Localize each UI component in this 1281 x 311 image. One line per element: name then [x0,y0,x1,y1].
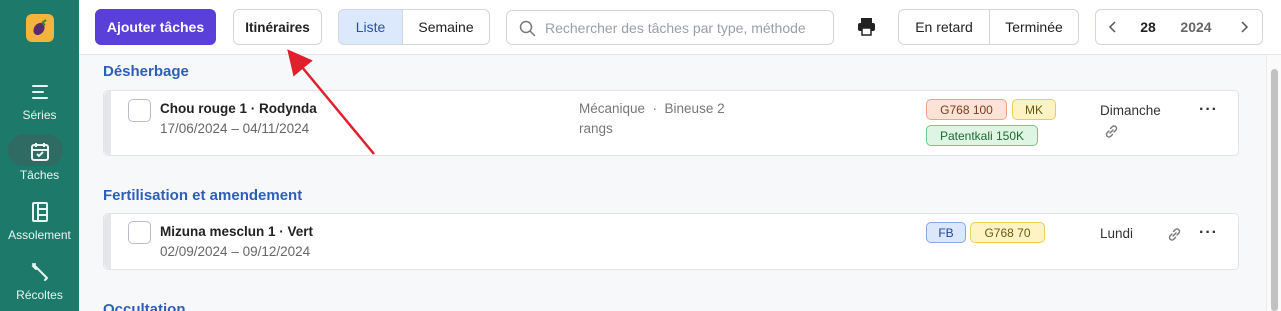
view-toggle: Liste Semaine [338,9,490,45]
week-navigator: 28 2024 [1095,9,1263,45]
calendar-check-icon [30,143,49,161]
harvest-icon [31,263,48,281]
eggplant-icon [33,19,47,36]
task-dates: 02/09/2024 – 09/12/2024 [160,244,311,259]
sidebar-item-series[interactable]: Séries [0,80,79,122]
filter-done-button[interactable]: Terminée [989,10,1078,44]
task-checkbox[interactable] [128,221,151,244]
sidebar-item-label: Séries [22,108,57,122]
status-filter: En retard Terminée [898,9,1079,45]
task-day: Lundi [1100,226,1134,241]
product-tag: MK [1012,99,1056,120]
filter-late-button[interactable]: En retard [899,10,989,44]
task-card[interactable]: Chou rouge 1 · Rodynda 17/06/2024 – 04/1… [103,90,1239,156]
search-icon [519,20,536,37]
card-stripe [104,214,111,269]
print-icon[interactable] [857,17,876,36]
prev-week-button[interactable] [1096,10,1130,44]
week-number: 28 [1140,19,1156,35]
task-day: Dimanche [1100,103,1161,118]
product-tag: G768 100 [926,99,1007,120]
itineraires-button[interactable]: Itinéraires [233,9,322,45]
task-title: Mizuna mesclun 1 · Vert [160,224,314,239]
scrollbar[interactable] [1266,55,1281,311]
sidebar-item-taches[interactable]: Tâches [0,134,79,182]
chevron-right-icon [1241,21,1249,33]
section-title: Désherbage [103,63,189,80]
product-tag: G768 70 [970,222,1045,243]
more-options-button[interactable]: ··· [1199,101,1218,119]
sidebar-item-recoltes[interactable]: Récoltes [0,260,79,302]
search-box [506,10,834,45]
view-week-button[interactable]: Semaine [402,10,489,44]
sidebar-item-label: Assolement [8,228,71,242]
sidebar-item-label: Tâches [19,168,60,182]
link-icon[interactable] [1167,227,1182,242]
scrollbar-thumb[interactable] [1271,69,1278,311]
task-method: Mécanique · Bineuse 2 [579,101,725,116]
task-checkbox[interactable] [128,99,151,122]
link-icon[interactable] [1104,124,1119,139]
sidebar: Séries Tâches Assolement Récoltes [0,0,79,311]
section-title: Occultation [103,301,186,311]
sidebar-item-label: Récoltes [16,288,63,302]
search-input[interactable] [545,11,827,44]
view-list-button[interactable]: Liste [339,10,402,44]
sidebar-item-assolement[interactable]: Assolement [0,200,79,242]
more-options-button[interactable]: ··· [1199,224,1218,242]
product-tag: FB [926,222,966,243]
year: 2024 [1180,19,1212,35]
add-tasks-button[interactable]: Ajouter tâches [95,9,216,45]
next-week-button[interactable] [1226,10,1262,44]
product-tag: Patentkali 150K [926,125,1038,146]
task-method-cont: rangs [579,121,613,136]
card-stripe [104,91,111,155]
task-title: Chou rouge 1 · Rodynda [160,101,317,116]
chevron-left-icon [1108,21,1116,33]
task-card[interactable]: Mizuna mesclun 1 · Vert 02/09/2024 – 09/… [103,213,1239,270]
app-logo[interactable] [26,14,54,42]
series-icon [31,85,48,99]
task-dates: 17/06/2024 – 04/11/2024 [160,121,310,136]
section-title: Fertilisation et amendement [103,187,303,204]
assolement-icon [31,202,48,222]
